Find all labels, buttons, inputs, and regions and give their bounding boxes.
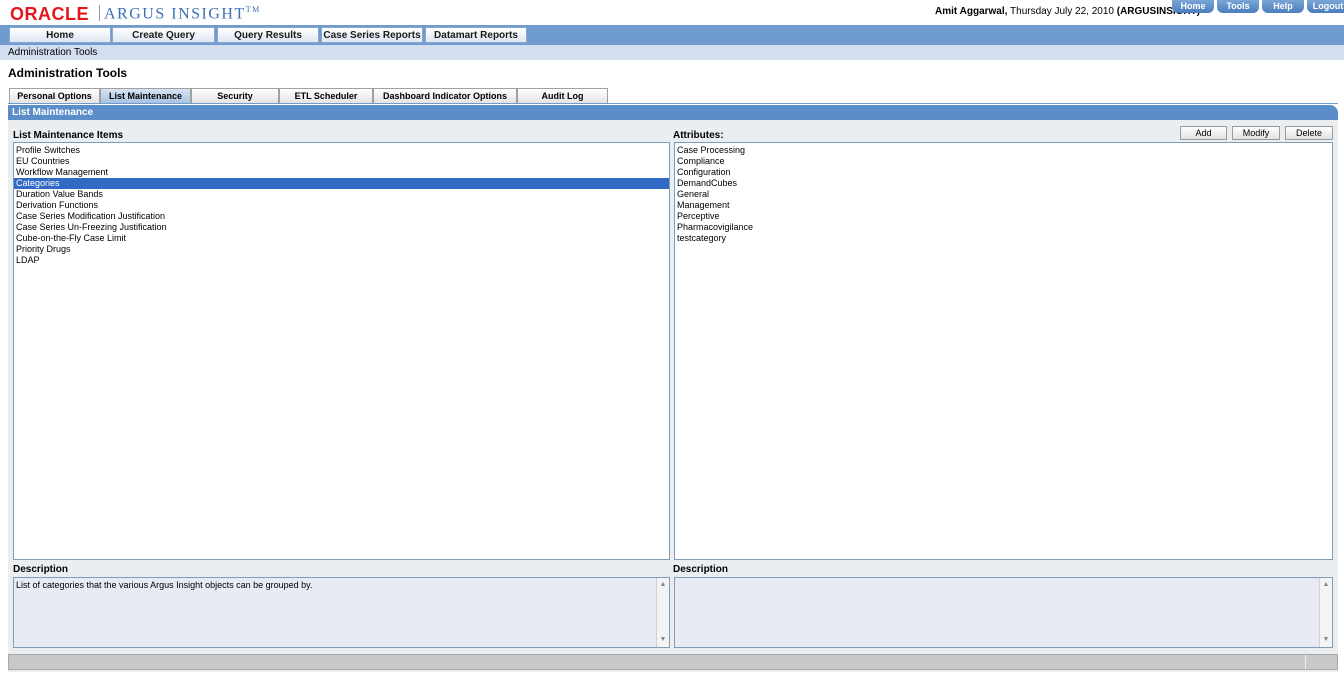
list-item[interactable]: Workflow Management: [14, 167, 669, 178]
user-info: Amit Aggarwal, Thursday July 22, 2010 (A…: [935, 6, 1200, 17]
attributes-listbox[interactable]: Case Processing Compliance Configuration…: [674, 142, 1333, 560]
breadcrumb-bar: [0, 45, 1344, 60]
attribute-item[interactable]: General: [675, 189, 1332, 200]
trademark-mark: TM: [245, 5, 261, 14]
left-description-field[interactable]: List of categories that the various Argu…: [13, 577, 670, 648]
list-item[interactable]: Case Series Un-Freezing Justification: [14, 222, 669, 233]
top-link-home[interactable]: Home: [1172, 0, 1214, 13]
right-description-label: Description: [673, 564, 729, 575]
left-description-text: List of categories that the various Argu…: [16, 580, 313, 590]
tab-personal-options[interactable]: Personal Options: [9, 88, 100, 103]
left-description-label: Description: [13, 564, 69, 575]
nav-case-series-reports[interactable]: Case Series Reports: [321, 27, 423, 43]
scroll-down-arrow-icon[interactable]: ▼: [1320, 635, 1332, 645]
top-link-tools[interactable]: Tools: [1217, 0, 1259, 13]
user-name: Amit Aggarwal,: [935, 6, 1008, 17]
status-bar-divider: [1305, 655, 1306, 669]
list-item[interactable]: Derivation Functions: [14, 200, 669, 211]
logo-divider: [99, 5, 100, 21]
nav-create-query[interactable]: Create Query: [112, 27, 215, 43]
product-logo: ARGUS INSIGHTTM: [104, 5, 261, 23]
add-button[interactable]: Add: [1180, 126, 1227, 140]
scroll-up-arrow-icon[interactable]: ▲: [657, 580, 669, 590]
right-description-field[interactable]: ▲ ▼: [674, 577, 1333, 648]
tab-audit-log[interactable]: Audit Log: [517, 88, 608, 103]
list-item[interactable]: Priority Drugs: [14, 244, 669, 255]
tab-list-maintenance[interactable]: List Maintenance: [100, 88, 191, 103]
current-date: Thursday July 22, 2010: [1007, 6, 1117, 17]
left-description-scrollbar[interactable]: ▲ ▼: [656, 578, 669, 647]
nav-home[interactable]: Home: [9, 27, 111, 43]
attributes-label: Attributes:: [673, 130, 724, 141]
attribute-item[interactable]: Pharmacovigilance: [675, 222, 1332, 233]
nav-query-results[interactable]: Query Results: [217, 27, 319, 43]
product-name: ARGUS INSIGHT: [104, 5, 246, 23]
attribute-item[interactable]: Perceptive: [675, 211, 1332, 222]
list-item[interactable]: Cube-on-the-Fly Case Limit: [14, 233, 669, 244]
attribute-item[interactable]: Configuration: [675, 167, 1332, 178]
list-item-selected[interactable]: Categories: [14, 178, 669, 189]
tab-strip-divider: [8, 103, 1338, 104]
oracle-logo: ORACLE: [10, 4, 89, 24]
top-link-help[interactable]: Help: [1262, 0, 1304, 13]
attribute-item[interactable]: DemandCubes: [675, 178, 1332, 189]
top-link-logout[interactable]: Logout: [1307, 0, 1344, 13]
nav-datamart-reports[interactable]: Datamart Reports: [425, 27, 527, 43]
list-items-label: List Maintenance Items: [13, 130, 124, 141]
page-title: Administration Tools: [8, 66, 128, 80]
list-maintenance-items-listbox[interactable]: Profile Switches EU Countries Workflow M…: [13, 142, 670, 560]
list-item[interactable]: LDAP: [14, 255, 669, 266]
section-header: List Maintenance: [8, 105, 1338, 120]
attribute-item[interactable]: Management: [675, 200, 1332, 211]
breadcrumb: Administration Tools: [8, 47, 98, 58]
delete-button[interactable]: Delete: [1285, 126, 1333, 140]
attribute-item[interactable]: Compliance: [675, 156, 1332, 167]
tab-etl-scheduler[interactable]: ETL Scheduler: [279, 88, 373, 103]
tab-dashboard-indicator-options[interactable]: Dashboard Indicator Options: [373, 88, 517, 103]
scroll-up-arrow-icon[interactable]: ▲: [1320, 580, 1332, 590]
right-description-scrollbar[interactable]: ▲ ▼: [1319, 578, 1332, 647]
attribute-item[interactable]: testcategory: [675, 233, 1332, 244]
status-bar: [8, 654, 1338, 670]
scroll-down-arrow-icon[interactable]: ▼: [657, 635, 669, 645]
list-item[interactable]: EU Countries: [14, 156, 669, 167]
list-items-container: Profile Switches EU Countries Workflow M…: [14, 143, 669, 266]
attributes-container: Case Processing Compliance Configuration…: [675, 143, 1332, 244]
tab-security[interactable]: Security: [191, 88, 279, 103]
list-item[interactable]: Duration Value Bands: [14, 189, 669, 200]
top-links: Home Tools Help Logout: [1172, 0, 1344, 14]
list-item[interactable]: Profile Switches: [14, 145, 669, 156]
attribute-item[interactable]: Case Processing: [675, 145, 1332, 156]
list-item[interactable]: Case Series Modification Justification: [14, 211, 669, 222]
modify-button[interactable]: Modify: [1232, 126, 1280, 140]
